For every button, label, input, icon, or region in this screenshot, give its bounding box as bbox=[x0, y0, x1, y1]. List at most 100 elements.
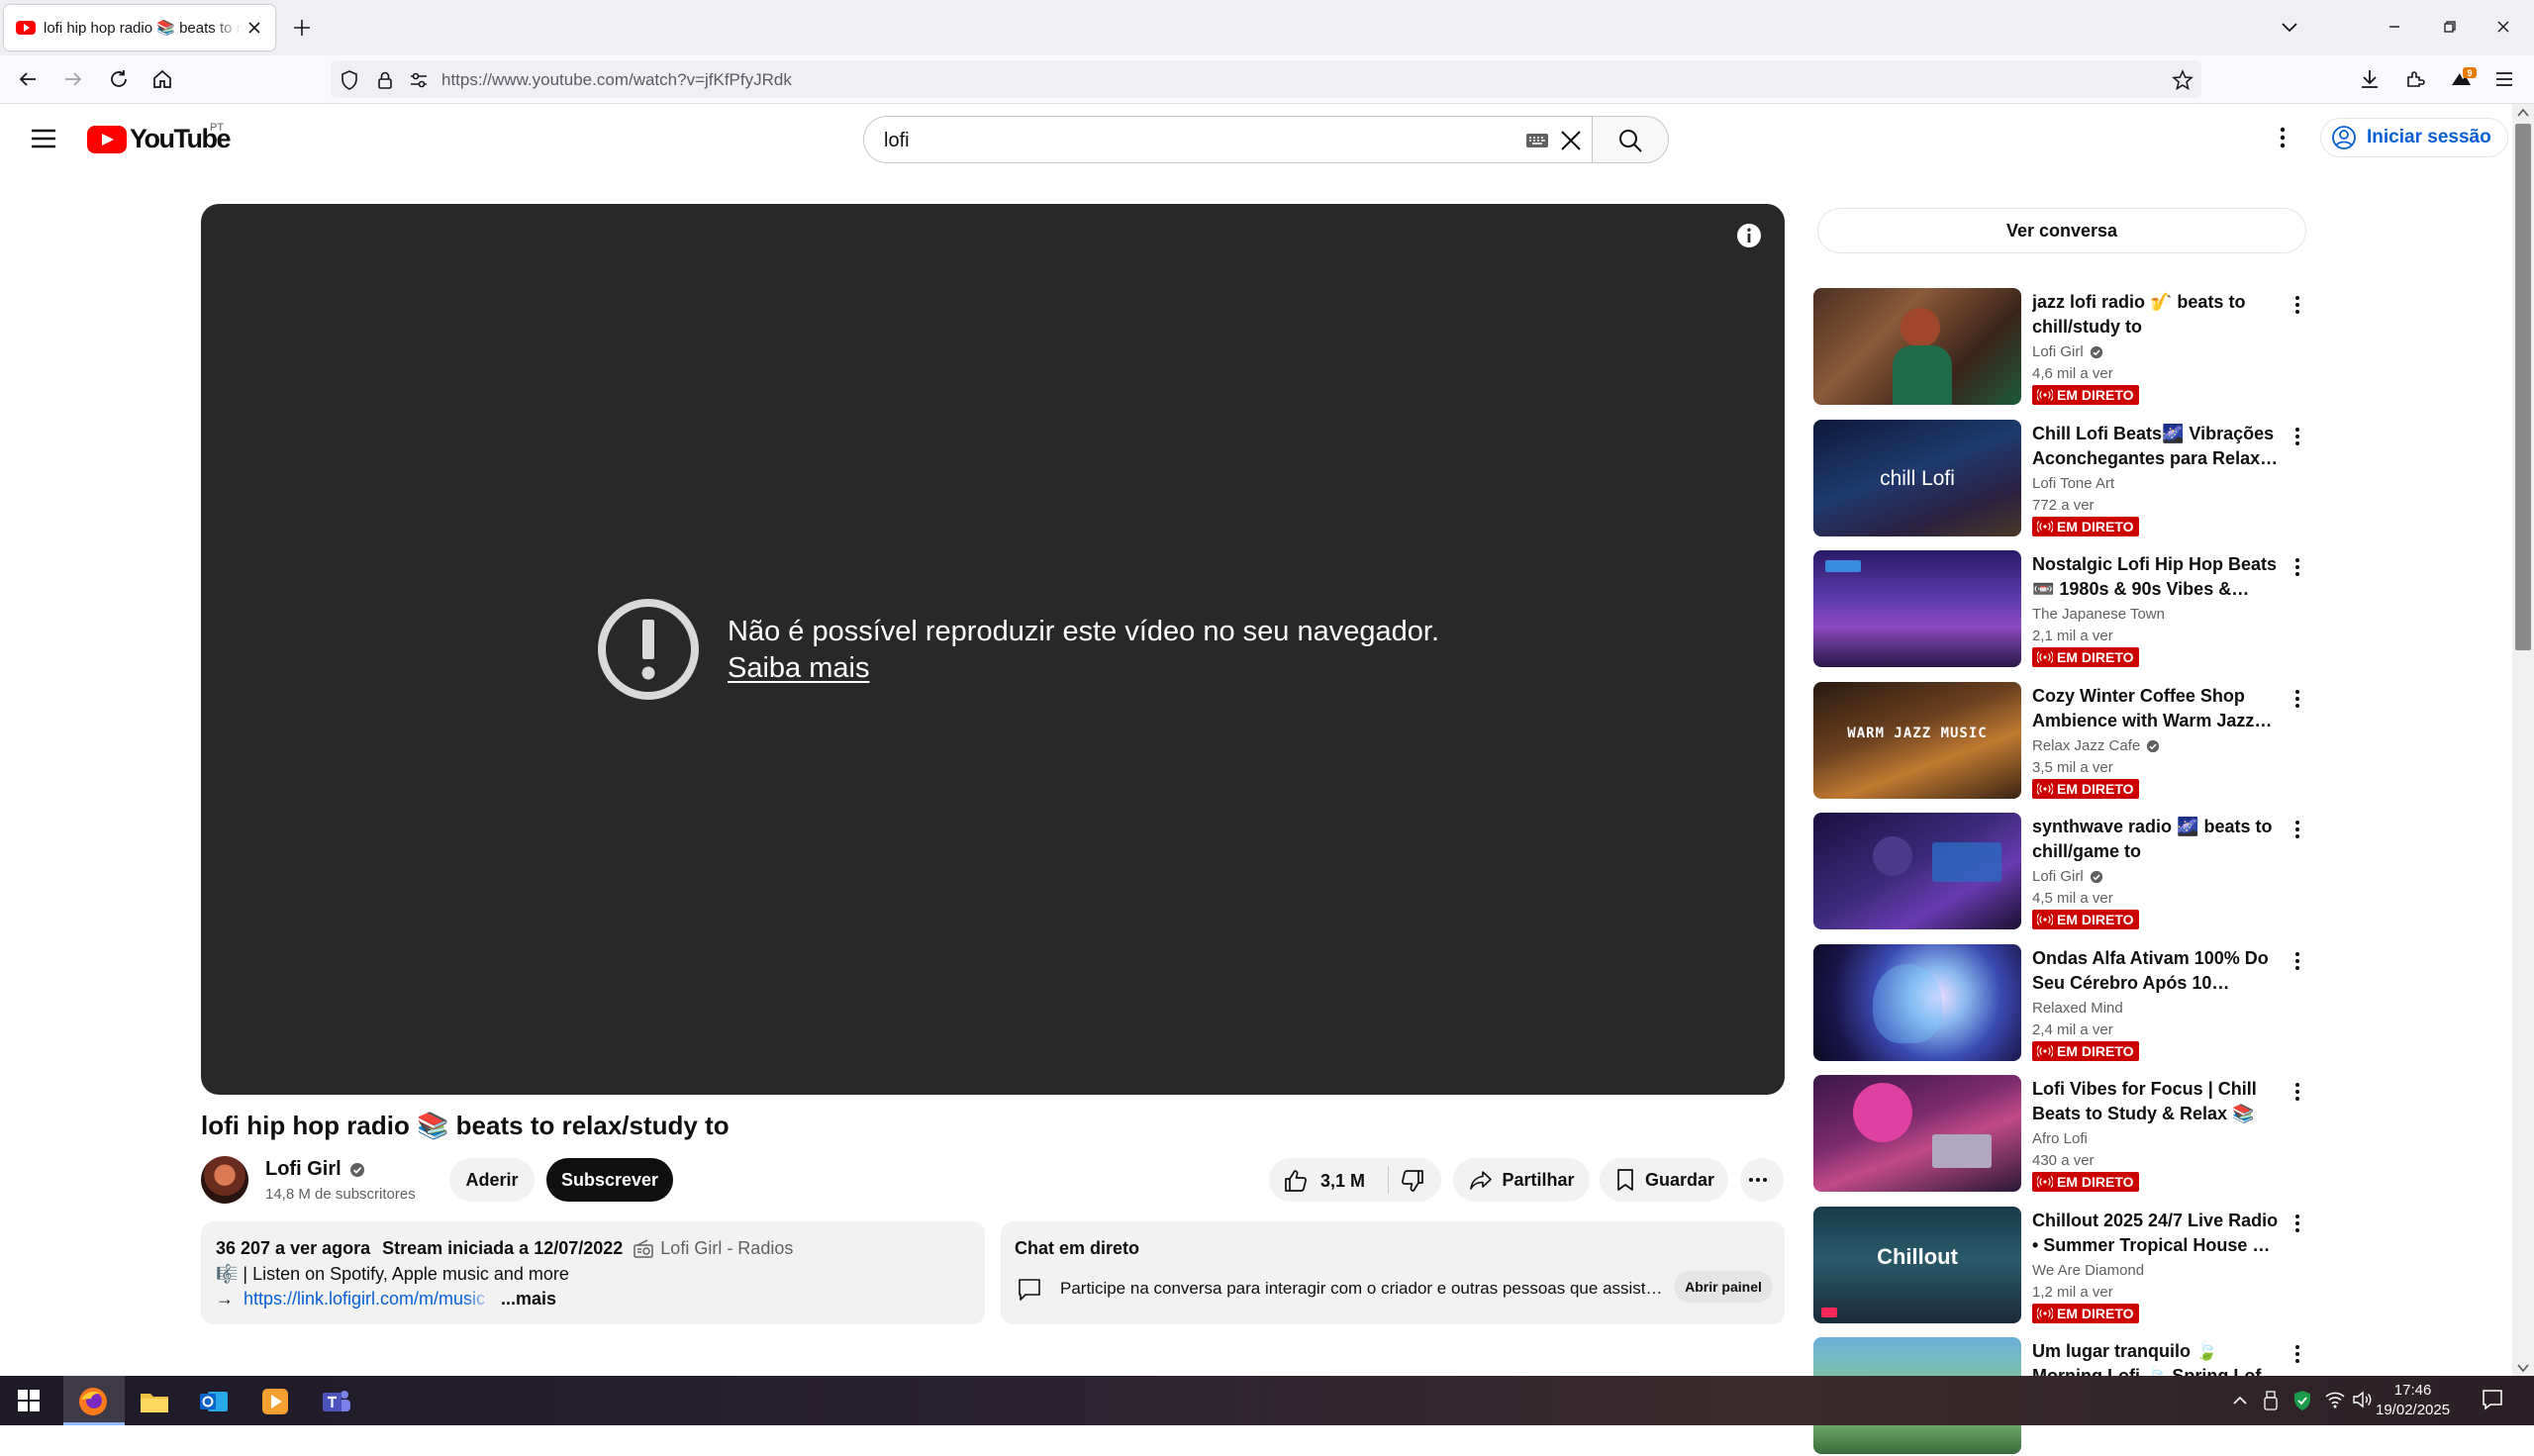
recommendation-item[interactable]: Chillout Chillout 2025 24/7 Live Radio •… bbox=[1813, 1207, 2308, 1325]
action-menu-icon[interactable] bbox=[2290, 1081, 2304, 1103]
open-panel-button[interactable]: Abrir painel bbox=[1674, 1271, 1773, 1303]
recommendation-item[interactable]: Ondas Alfa Ativam 100% Do Seu Cérebro Ap… bbox=[1813, 944, 2308, 1063]
wifi-icon[interactable] bbox=[2324, 1390, 2346, 1409]
video-thumbnail[interactable]: chill Lofi bbox=[1813, 420, 2021, 536]
notification-center-icon[interactable] bbox=[2481, 1388, 2504, 1411]
recommendation-item[interactable]: WARM JAZZ MUSIC Cozy Winter Coffee Shop … bbox=[1813, 682, 2308, 801]
show-more-link[interactable]: ...mais bbox=[501, 1289, 556, 1310]
close-window-icon[interactable] bbox=[2490, 14, 2516, 40]
bookmark-star-icon[interactable] bbox=[2172, 69, 2193, 91]
join-button[interactable]: Aderir bbox=[449, 1158, 535, 1202]
menu-icon[interactable] bbox=[2492, 67, 2516, 91]
channel-name[interactable]: Lofi Girl bbox=[265, 1158, 365, 1181]
action-menu-icon[interactable] bbox=[2290, 556, 2304, 578]
teams-icon[interactable] bbox=[321, 1386, 352, 1417]
video-thumbnail[interactable] bbox=[1813, 944, 2021, 1061]
subscribe-button[interactable]: Subscrever bbox=[546, 1158, 673, 1202]
action-menu-icon[interactable] bbox=[2290, 1213, 2304, 1234]
recommendation-item[interactable]: jazz lofi radio 🎷 beats to chill/study t… bbox=[1813, 288, 2308, 407]
forward-icon[interactable] bbox=[61, 67, 85, 91]
recommendation-item[interactable]: chill Lofi Chill Lofi Beats🌌 Vibrações A… bbox=[1813, 420, 2308, 538]
video-thumbnail[interactable] bbox=[1813, 288, 2021, 405]
scrollbar-thumb[interactable] bbox=[2515, 124, 2531, 650]
recommendation-title[interactable]: synthwave radio 🌌 beats to chill/game to bbox=[2032, 815, 2282, 864]
media-player-icon[interactable] bbox=[259, 1386, 291, 1417]
taskbar-clock[interactable]: 17:46 19/02/2025 bbox=[2376, 1381, 2450, 1420]
usb-device-icon[interactable] bbox=[2263, 1390, 2279, 1411]
action-menu-icon[interactable] bbox=[2290, 950, 2304, 972]
browser-tab[interactable]: lofi hip hop radio 📚 beats to relax/stud… bbox=[4, 5, 275, 50]
description-box[interactable]: 36 207 a ver agora Stream iniciada a 12/… bbox=[201, 1221, 985, 1324]
youtube-logo[interactable]: YouTube PT bbox=[87, 122, 231, 154]
windows-start-icon[interactable] bbox=[18, 1390, 40, 1411]
restore-icon[interactable] bbox=[2437, 14, 2463, 40]
recommendation-title[interactable]: Chillout 2025 24/7 Live Radio • Summer T… bbox=[2032, 1209, 2282, 1258]
permissions-icon[interactable] bbox=[408, 69, 430, 91]
keyboard-icon[interactable] bbox=[1525, 133, 1549, 148]
clear-search-icon[interactable] bbox=[1557, 127, 1585, 154]
firefox-icon[interactable] bbox=[77, 1386, 109, 1417]
account-extension-icon[interactable]: 9 bbox=[2449, 67, 2477, 91]
live-badge: EM DIRETO bbox=[2032, 1172, 2139, 1192]
search-button[interactable] bbox=[1592, 116, 1669, 163]
share-button[interactable]: Partilhar bbox=[1453, 1158, 1590, 1202]
thumbs-down-icon[interactable] bbox=[1400, 1168, 1425, 1194]
scroll-down-icon[interactable] bbox=[2517, 1363, 2529, 1373]
recommendation-title[interactable]: Chill Lofi Beats🌌 Vibrações Aconchegante… bbox=[2032, 422, 2282, 471]
recommendation-title[interactable]: Ondas Alfa Ativam 100% Do Seu Cérebro Ap… bbox=[2032, 946, 2282, 996]
action-menu-icon[interactable] bbox=[2290, 294, 2304, 316]
video-thumbnail[interactable]: Chillout bbox=[1813, 1207, 2021, 1323]
recommendation-item[interactable]: synthwave radio 🌌 beats to chill/game to… bbox=[1813, 813, 2308, 931]
recommendation-item[interactable]: Nostalgic Lofi Hip Hop Beats 📼 1980s & 9… bbox=[1813, 550, 2308, 669]
guide-menu-icon[interactable] bbox=[30, 127, 57, 150]
video-thumbnail[interactable]: WARM JAZZ MUSIC bbox=[1813, 682, 2021, 799]
tracking-protection-icon[interactable] bbox=[339, 69, 360, 91]
learn-more-link[interactable]: Saiba mais bbox=[728, 652, 1439, 685]
action-menu-icon[interactable] bbox=[2290, 426, 2304, 447]
more-actions-button[interactable] bbox=[1740, 1158, 1784, 1202]
like-button[interactable]: 3,1 M bbox=[1283, 1168, 1365, 1194]
bookmark-icon bbox=[1617, 1169, 1633, 1191]
address-bar[interactable]: https://www.youtube.com/watch?v=jfKfPfyJ… bbox=[331, 60, 2201, 98]
video-thumbnail[interactable] bbox=[1813, 813, 2021, 929]
page-scrollbar[interactable] bbox=[2512, 104, 2534, 1376]
signin-button[interactable]: Iniciar sessão bbox=[2320, 118, 2508, 157]
video-player[interactable]: Não é possível reproduzir este vídeo no … bbox=[201, 204, 1785, 1095]
home-icon[interactable] bbox=[150, 67, 174, 91]
action-menu-icon[interactable] bbox=[2290, 819, 2304, 840]
recommendation-item[interactable]: Lofi Vibes for Focus | Chill Beats to St… bbox=[1813, 1075, 2308, 1194]
outlook-icon[interactable] bbox=[198, 1386, 230, 1417]
view-chat-button[interactable]: Ver conversa bbox=[1817, 208, 2306, 253]
close-tab-icon[interactable] bbox=[244, 17, 265, 39]
channel-avatar[interactable] bbox=[201, 1156, 248, 1204]
recommendation-title[interactable]: Nostalgic Lofi Hip Hop Beats 📼 1980s & 9… bbox=[2032, 552, 2282, 602]
scroll-up-icon[interactable] bbox=[2517, 108, 2529, 118]
volume-icon[interactable] bbox=[2352, 1390, 2374, 1409]
video-thumbnail[interactable] bbox=[1813, 1075, 2021, 1192]
save-button[interactable]: Guardar bbox=[1600, 1158, 1728, 1202]
recommendation-title[interactable]: Lofi Vibes for Focus | Chill Beats to St… bbox=[2032, 1077, 2282, 1126]
recommendation-title[interactable]: jazz lofi radio 🎷 beats to chill/study t… bbox=[2032, 290, 2282, 340]
action-menu-icon[interactable] bbox=[2290, 1343, 2304, 1365]
new-tab-icon[interactable] bbox=[290, 16, 314, 40]
lock-icon[interactable] bbox=[374, 69, 396, 91]
search-box bbox=[863, 116, 1592, 163]
back-icon[interactable] bbox=[16, 67, 40, 91]
recommendation-title[interactable]: Cozy Winter Coffee Shop Ambience with Wa… bbox=[2032, 684, 2282, 733]
settings-more-icon[interactable] bbox=[2273, 126, 2292, 149]
search-input[interactable] bbox=[882, 127, 1480, 154]
subscriber-count: 14,8 M de subscritores bbox=[265, 1186, 416, 1203]
minimize-icon[interactable] bbox=[2382, 14, 2407, 40]
file-explorer-icon[interactable] bbox=[139, 1386, 170, 1417]
extensions-icon[interactable] bbox=[2403, 67, 2427, 91]
video-thumbnail[interactable] bbox=[1813, 550, 2021, 667]
show-hidden-icons[interactable] bbox=[2231, 1392, 2249, 1409]
action-menu-icon[interactable] bbox=[2290, 688, 2304, 710]
reload-icon[interactable] bbox=[107, 67, 131, 91]
security-shield-icon[interactable] bbox=[2292, 1390, 2312, 1411]
list-all-tabs-icon[interactable] bbox=[2277, 14, 2302, 40]
downloads-icon[interactable] bbox=[2358, 67, 2382, 91]
info-icon[interactable] bbox=[1735, 222, 1763, 249]
playlist-tag[interactable]: Lofi Girl - Radios bbox=[629, 1238, 793, 1259]
music-link[interactable]: https://link.lofigirl.com/m/music bbox=[244, 1289, 495, 1310]
